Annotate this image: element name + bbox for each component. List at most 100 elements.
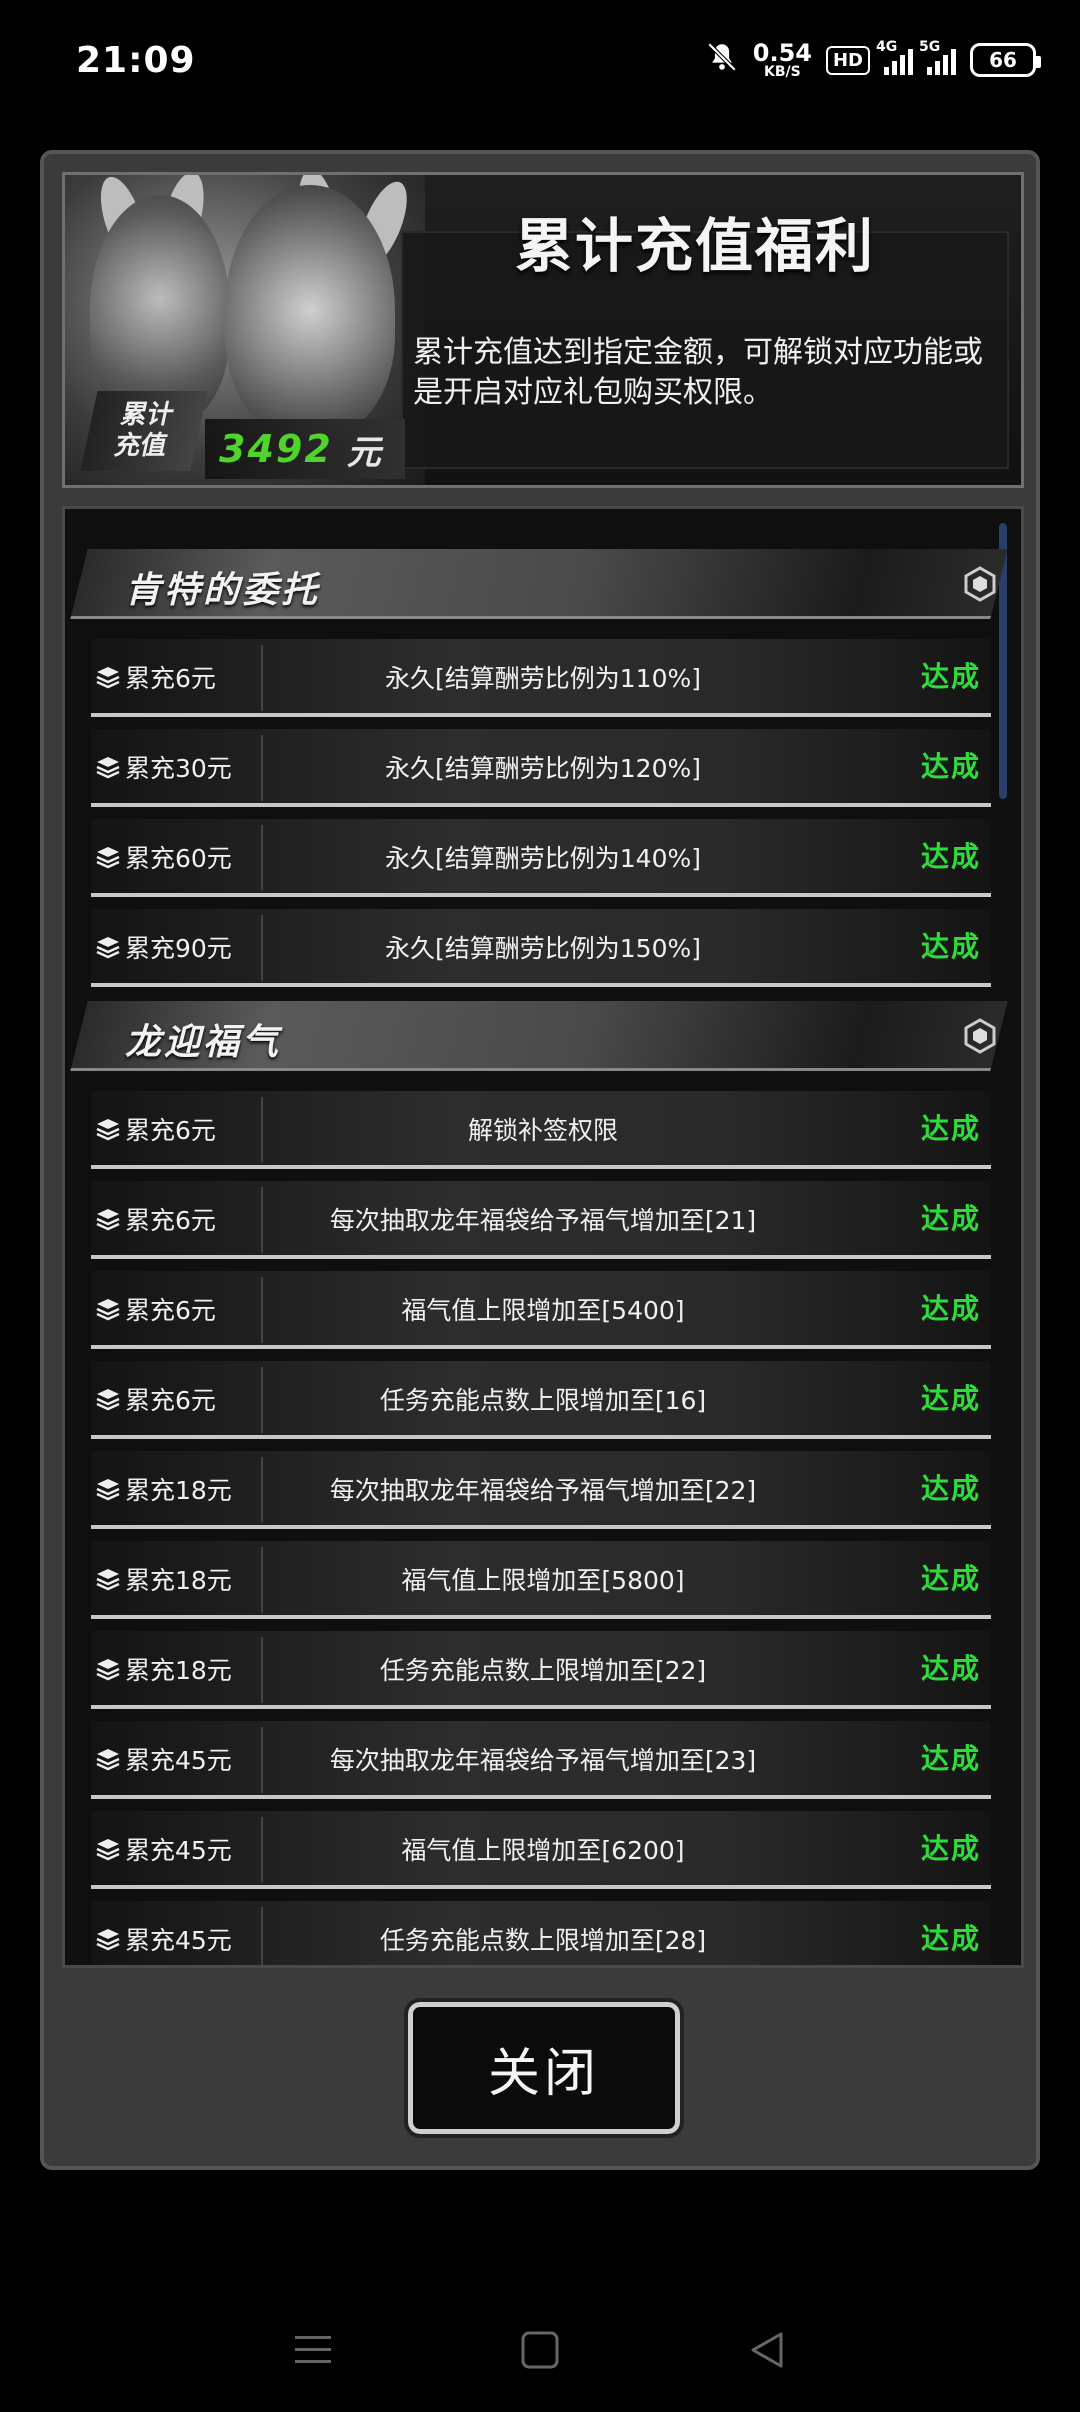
row-reward: 任务充能点数上限增加至[22]	[379, 1656, 707, 1685]
total-recharge-amount: 3492 元	[205, 419, 405, 479]
header-description: 累计充值达到指定金额，可解锁对应功能或是开启对应礼包购买权限。	[413, 335, 983, 410]
signal-5g-icon: 5G	[919, 39, 956, 75]
hd-voice-badge: HD	[825, 45, 870, 75]
total-recharge-unit: 元	[346, 432, 381, 473]
signal-5g-label: 5G	[919, 39, 941, 55]
network-speed-value: 0.54	[752, 39, 812, 67]
row-reward: 永久[结算酬劳比例为150%]	[385, 934, 701, 963]
benefit-row: 累充60元 永久[结算酬劳比例为140%] 达成	[91, 819, 991, 897]
total-recharge-value: 3492	[219, 427, 333, 471]
row-status: 达成	[920, 1742, 981, 1775]
status-time: 21:09	[76, 39, 196, 81]
stack-layers-icon	[95, 1117, 123, 1145]
benefit-row: 累充18元 福气值上限增加至[5800] 达成	[91, 1541, 991, 1619]
stack-layers-icon	[95, 1837, 123, 1865]
row-status: 达成	[920, 1202, 981, 1235]
total-recharge-display: 累计 充值 3492 元	[65, 375, 405, 485]
row-requirement: 累充45元	[125, 1836, 232, 1865]
system-nav-bar	[0, 2290, 1080, 2410]
row-status: 达成	[920, 1112, 981, 1145]
hexagon-icon[interactable]	[959, 563, 1001, 605]
benefit-list[interactable]: 肯特的委托 累充6元 永久[结算酬劳比例为110%] 达成 累充30元 永久[结算酬劳比例…	[62, 506, 1024, 1968]
total-recharge-label: 累计 充值	[80, 391, 208, 471]
signal-4g-icon: 4G	[876, 39, 913, 75]
row-status: 达成	[920, 1832, 981, 1865]
stack-layers-icon	[95, 665, 123, 693]
row-reward: 永久[结算酬劳比例为110%]	[385, 664, 701, 693]
benefit-row: 累充18元 任务充能点数上限增加至[22] 达成	[91, 1631, 991, 1709]
total-recharge-label-line2: 充值	[111, 431, 170, 461]
status-icons: 0.54 KB/S HD 4G 5G 66	[705, 39, 1041, 80]
benefit-row: 累充6元 解锁补签权限 达成	[91, 1091, 991, 1169]
section-title: 龙迎福气	[125, 1022, 282, 1063]
status-bar: 21:09 0.54 KB/S HD 4G 5G 66	[0, 0, 1080, 120]
row-status: 达成	[920, 930, 981, 963]
stack-layers-icon	[95, 1477, 123, 1505]
network-speed: 0.54 KB/S	[753, 41, 812, 79]
row-reward: 每次抽取龙年福袋给予福气增加至[21]	[329, 1206, 757, 1235]
benefit-row: 累充30元 永久[结算酬劳比例为120%] 达成	[91, 729, 991, 807]
close-button[interactable]: 关闭	[404, 1998, 684, 2138]
battery-level: 66	[989, 48, 1017, 72]
row-requirement: 累充18元	[125, 1656, 232, 1685]
row-status: 达成	[920, 750, 981, 783]
benefit-row: 累充45元 任务充能点数上限增加至[28] 达成	[91, 1901, 991, 1965]
stack-layers-icon	[95, 935, 123, 963]
hexagon-icon[interactable]	[959, 1015, 1001, 1057]
dialog-title: 累计充值福利	[515, 212, 876, 280]
total-recharge-label-line1: 累计	[118, 399, 177, 430]
stack-layers-icon	[95, 1297, 123, 1325]
row-requirement: 累充6元	[125, 1386, 216, 1415]
benefit-row: 累充6元 每次抽取龙年福袋给予福气增加至[21] 达成	[91, 1181, 991, 1259]
row-reward: 福气值上限增加至[5800]	[401, 1566, 685, 1595]
row-requirement: 累充6元	[125, 664, 216, 693]
benefit-row: 累充45元 福气值上限增加至[6200] 达成	[91, 1811, 991, 1889]
recharge-benefits-dialog: 累计充值达到指定金额，可解锁对应功能或是开启对应礼包购买权限。 累计充值福利 累…	[40, 150, 1040, 2170]
dialog-header: 累计充值达到指定金额，可解锁对应功能或是开启对应礼包购买权限。 累计充值福利 累…	[62, 172, 1024, 488]
battery-icon: 66	[970, 43, 1041, 77]
benefit-row: 累充45元 每次抽取龙年福袋给予福气增加至[23] 达成	[91, 1721, 991, 1799]
stack-layers-icon	[95, 1927, 123, 1955]
home-square-icon[interactable]	[510, 2320, 570, 2380]
row-status: 达成	[920, 1382, 981, 1415]
mute-bell-icon	[705, 40, 739, 80]
row-reward: 任务充能点数上限增加至[16]	[379, 1386, 707, 1415]
row-status: 达成	[920, 1922, 981, 1955]
row-requirement: 累充45元	[125, 1746, 232, 1775]
row-reward: 每次抽取龙年福袋给予福气增加至[23]	[329, 1746, 757, 1775]
stack-layers-icon	[95, 1387, 123, 1415]
stack-layers-icon	[95, 1747, 123, 1775]
row-requirement: 累充6元	[125, 1116, 216, 1145]
row-reward: 福气值上限增加至[5400]	[401, 1296, 685, 1325]
row-reward: 永久[结算酬劳比例为140%]	[385, 844, 701, 873]
benefit-row: 累充6元 任务充能点数上限增加至[16] 达成	[91, 1361, 991, 1439]
row-requirement: 累充18元	[125, 1476, 232, 1505]
menu-icon[interactable]	[283, 2320, 343, 2380]
row-status: 达成	[920, 1472, 981, 1505]
row-requirement: 累充18元	[125, 1566, 232, 1595]
stack-layers-icon	[95, 1207, 123, 1235]
stack-layers-icon	[95, 845, 123, 873]
row-reward: 每次抽取龙年福袋给予福气增加至[22]	[329, 1476, 757, 1505]
row-requirement: 累充60元	[125, 844, 232, 873]
stack-layers-icon	[95, 1567, 123, 1595]
row-reward: 任务充能点数上限增加至[28]	[379, 1926, 707, 1955]
stack-layers-icon	[95, 1657, 123, 1685]
row-requirement: 累充90元	[125, 934, 232, 963]
row-reward: 福气值上限增加至[6200]	[401, 1836, 685, 1865]
row-status: 达成	[920, 1652, 981, 1685]
stack-layers-icon	[95, 755, 123, 783]
benefit-row: 累充18元 每次抽取龙年福袋给予福气增加至[22] 达成	[91, 1451, 991, 1529]
row-requirement: 累充6元	[125, 1296, 216, 1325]
row-requirement: 累充6元	[125, 1206, 216, 1235]
row-status: 达成	[920, 1292, 981, 1325]
signal-4g-label: 4G	[876, 39, 898, 55]
row-status: 达成	[920, 660, 981, 693]
row-reward: 解锁补签权限	[467, 1116, 618, 1145]
benefit-row: 累充90元 永久[结算酬劳比例为150%] 达成	[91, 909, 991, 987]
row-status: 达成	[920, 840, 981, 873]
row-status: 达成	[920, 1562, 981, 1595]
back-triangle-icon[interactable]	[737, 2320, 797, 2380]
row-requirement: 累充45元	[125, 1926, 232, 1955]
row-reward: 永久[结算酬劳比例为120%]	[385, 754, 701, 783]
